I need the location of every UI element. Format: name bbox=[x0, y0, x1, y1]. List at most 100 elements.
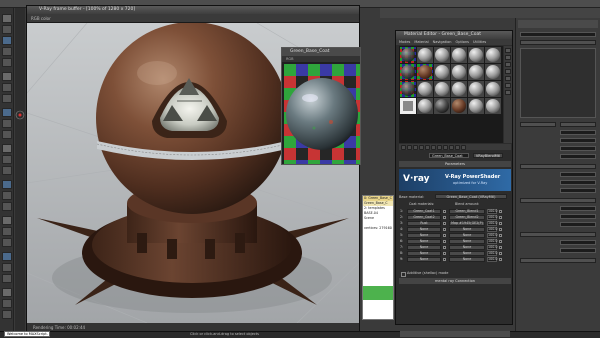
material-tool-icon[interactable] bbox=[2, 144, 12, 153]
schematic-tool-icon[interactable] bbox=[2, 130, 12, 139]
blend-enable-checkbox[interactable] bbox=[499, 210, 502, 213]
blend-enable-checkbox[interactable] bbox=[499, 258, 502, 261]
helper-icon[interactable] bbox=[2, 263, 12, 272]
motion-icon[interactable] bbox=[2, 202, 12, 211]
go-to-parent-icon[interactable] bbox=[455, 144, 460, 150]
param-field-10[interactable] bbox=[560, 222, 596, 227]
menu-utilities[interactable]: Utilities bbox=[473, 39, 486, 45]
param-field-2[interactable] bbox=[560, 138, 596, 143]
blend-map-button[interactable]: Green_Blend2 bbox=[449, 215, 485, 220]
mental-ray-rollout[interactable]: mental ray Connection bbox=[399, 278, 511, 284]
menu-placeholder-1[interactable] bbox=[386, 11, 387, 16]
system-icon[interactable] bbox=[2, 288, 12, 297]
blend-enable-checkbox[interactable] bbox=[499, 240, 502, 243]
param-field-8[interactable] bbox=[560, 206, 596, 211]
show-map-icon[interactable] bbox=[443, 144, 448, 150]
menu-modes[interactable]: Modes bbox=[399, 39, 410, 45]
blend-amount-spinner[interactable]: 100.0 bbox=[487, 257, 497, 262]
blend-amount-spinner[interactable]: 100.0 bbox=[487, 227, 497, 232]
light-icon[interactable] bbox=[2, 252, 12, 261]
blend-amount-spinner[interactable]: 100.0 bbox=[487, 221, 497, 226]
menu-navigation[interactable]: Navigation bbox=[433, 39, 452, 45]
coat-material-button[interactable]: None bbox=[407, 227, 441, 232]
render-frame-icon[interactable] bbox=[2, 166, 12, 175]
rollout-button-3[interactable] bbox=[520, 232, 596, 237]
layer-tool-icon[interactable] bbox=[2, 108, 12, 117]
maxscript-listener[interactable]: Welcome to MAXScript. bbox=[4, 331, 50, 337]
coat-enable-checkbox[interactable] bbox=[443, 222, 446, 225]
coat-material-button[interactable]: Rust bbox=[407, 221, 441, 226]
param-field-6[interactable] bbox=[560, 180, 596, 185]
move-tool-icon[interactable] bbox=[2, 25, 12, 34]
blend-map-button[interactable]: None bbox=[449, 233, 485, 238]
coat-material-button[interactable]: None bbox=[407, 251, 441, 256]
time-slider[interactable] bbox=[400, 331, 510, 337]
rollout-button-4[interactable] bbox=[520, 258, 596, 263]
show-end-result-icon[interactable] bbox=[449, 144, 454, 150]
additive-mode-checkbox[interactable]: Additive (shellac) mode bbox=[401, 270, 511, 277]
blend-amount-spinner[interactable]: 100.0 bbox=[487, 251, 497, 256]
make-unique-icon[interactable] bbox=[425, 144, 430, 150]
command-panel-tabs[interactable] bbox=[518, 20, 598, 28]
material-name-field[interactable]: Green_Base_Coat bbox=[429, 153, 469, 158]
coat-enable-checkbox[interactable] bbox=[443, 258, 446, 261]
param-field-4[interactable] bbox=[560, 154, 596, 159]
blend-enable-checkbox[interactable] bbox=[499, 216, 502, 219]
menu-options[interactable]: Options bbox=[455, 39, 469, 45]
assign-to-selection-icon[interactable] bbox=[413, 144, 418, 150]
render-icon[interactable] bbox=[2, 180, 12, 189]
video-check-icon[interactable] bbox=[505, 76, 511, 81]
backlight-icon[interactable] bbox=[505, 55, 511, 60]
blend-map-button[interactable]: None bbox=[449, 245, 485, 250]
snap-tool-icon[interactable] bbox=[2, 72, 12, 81]
coat-material-button[interactable]: None bbox=[407, 257, 441, 262]
utilities-icon[interactable] bbox=[2, 227, 12, 236]
coat-enable-checkbox[interactable] bbox=[443, 216, 446, 219]
modifier-stack[interactable] bbox=[520, 48, 596, 118]
param-field-3[interactable] bbox=[560, 146, 596, 151]
rotate-tool-icon[interactable] bbox=[2, 36, 12, 45]
coat-material-button[interactable]: Green_Coat2 bbox=[407, 215, 441, 220]
rollout-button-2[interactable] bbox=[520, 198, 596, 203]
coat-material-button[interactable]: Green_Coat1 bbox=[407, 209, 441, 214]
channel-select[interactable]: RGB color bbox=[31, 16, 51, 21]
param-field-12[interactable] bbox=[560, 248, 596, 253]
go-forward-sibling-icon[interactable] bbox=[461, 144, 466, 150]
param-field-5[interactable] bbox=[560, 172, 596, 177]
blend-map-button[interactable]: Green_Blend1 bbox=[449, 209, 485, 214]
menu-material[interactable]: Material bbox=[414, 39, 428, 45]
blend-amount-spinner[interactable]: 100.0 bbox=[487, 233, 497, 238]
blend-enable-checkbox[interactable] bbox=[499, 234, 502, 237]
options-icon[interactable] bbox=[505, 90, 511, 95]
blend-enable-checkbox[interactable] bbox=[499, 222, 502, 225]
coat-enable-checkbox[interactable] bbox=[443, 210, 446, 213]
blend-map-button[interactable]: None bbox=[449, 251, 485, 256]
select-tool-icon[interactable] bbox=[2, 14, 12, 23]
blend-amount-spinner[interactable]: 100.0 bbox=[487, 209, 497, 214]
put-to-library-icon[interactable] bbox=[431, 144, 436, 150]
param-field-9[interactable] bbox=[560, 214, 596, 219]
coat-enable-checkbox[interactable] bbox=[443, 228, 446, 231]
curve-tool-icon[interactable] bbox=[2, 119, 12, 128]
blend-map-button[interactable]: Map #1945(GE2(P) bbox=[449, 221, 485, 226]
blend-amount-spinner[interactable]: 100.0 bbox=[487, 245, 497, 250]
display-icon[interactable] bbox=[2, 216, 12, 225]
sample-slot-grid[interactable] bbox=[399, 46, 503, 143]
blend-map-button[interactable]: None bbox=[449, 239, 485, 244]
param-field-1[interactable] bbox=[560, 130, 596, 135]
blend-amount-spinner[interactable]: 100.0 bbox=[487, 239, 497, 244]
object-name-field[interactable] bbox=[520, 32, 596, 37]
coat-enable-checkbox[interactable] bbox=[443, 246, 446, 249]
sample-uv-icon[interactable] bbox=[505, 69, 511, 74]
blend-enable-checkbox[interactable] bbox=[499, 228, 502, 231]
param-field-11[interactable] bbox=[560, 240, 596, 245]
material-id-icon[interactable] bbox=[437, 144, 442, 150]
coat-enable-checkbox[interactable] bbox=[443, 240, 446, 243]
camera-icon[interactable] bbox=[2, 238, 12, 247]
mirror-tool-icon[interactable] bbox=[2, 83, 12, 92]
align-tool-icon[interactable] bbox=[2, 94, 12, 103]
base-material-button[interactable]: Green_Base_Coat (VRayMtl) bbox=[435, 194, 507, 199]
modifier-list-dropdown[interactable] bbox=[520, 40, 596, 45]
scale-tool-icon[interactable] bbox=[2, 47, 12, 56]
param-field-7[interactable] bbox=[560, 188, 596, 193]
